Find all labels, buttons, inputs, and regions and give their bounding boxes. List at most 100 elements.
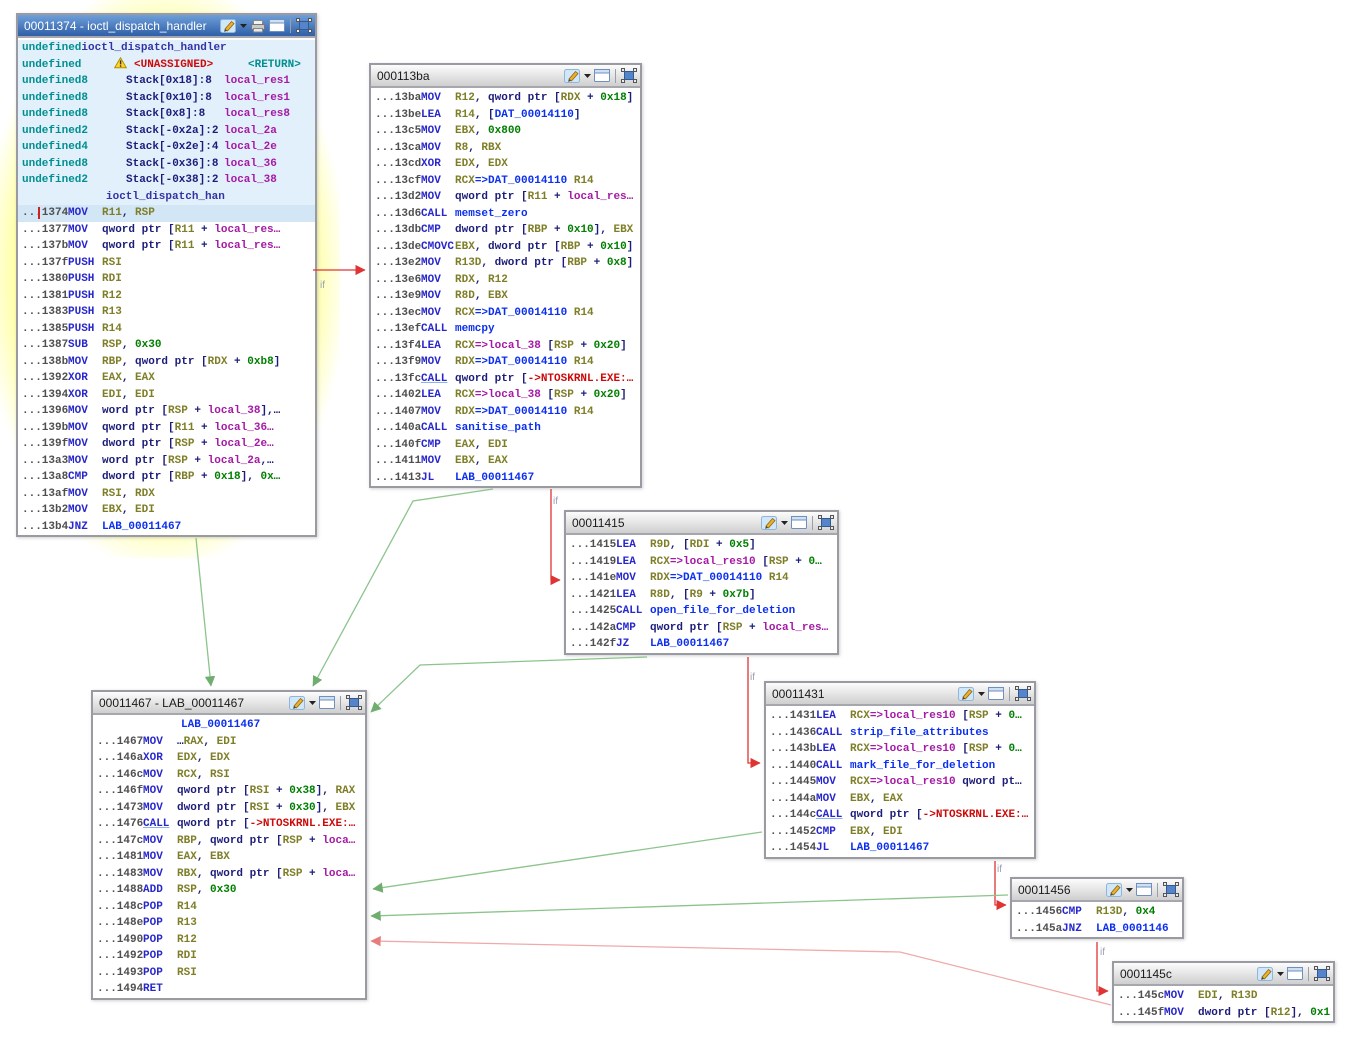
instruction-row[interactable]: ...1454JLLAB_00011467 — [766, 840, 1034, 857]
signature-row[interactable]: undefined4Stack[-0x2e]:4local_2e — [18, 139, 315, 156]
label-row[interactable]: ioctl_dispatch_han — [18, 189, 315, 206]
instruction-row[interactable]: ...1473MOVdword ptr [RSI + 0x30], EBX — [93, 800, 365, 817]
block-header[interactable]: 00011431 — [766, 683, 1034, 706]
instruction-row[interactable]: ...1481MOVEAX, EBX — [93, 849, 365, 866]
instruction-row[interactable]: ...13d6CALLmemset_zero — [371, 206, 640, 223]
instruction-row[interactable]: ...13b4JNZLAB_00011467 — [18, 519, 315, 536]
instruction-row[interactable]: ...13f9MOVRDX=>DAT_00014110 R14 — [371, 354, 640, 371]
instruction-row[interactable]: ...13d2MOVqword ptr [R11 + local_res… — [371, 189, 640, 206]
instruction-row[interactable]: ...13caMOVR8, RBX — [371, 140, 640, 157]
instruction-row[interactable]: ...138bMOVRBP, qword ptr [RDX + 0xb8] — [18, 354, 315, 371]
instruction-row[interactable]: ...1494RET — [93, 981, 365, 998]
dropdown-caret-icon[interactable] — [309, 701, 316, 705]
block-header[interactable]: 00011456 — [1012, 879, 1182, 902]
instruction-row[interactable]: ...13fcCALLqword ptr [->NTOSKRNL.EXE:… — [371, 371, 640, 388]
instruction-row[interactable]: ...145aJNZLAB_0001146 — [1012, 921, 1182, 938]
printer-icon[interactable] — [250, 19, 266, 33]
instruction-row[interactable]: ...1421LEAR8D, [R9 + 0x7b] — [566, 587, 837, 604]
instruction-row[interactable]: ...1413JLLAB_00011467 — [371, 470, 640, 487]
edit-label-icon[interactable] — [564, 68, 581, 83]
edit-label-icon[interactable] — [220, 18, 237, 33]
edit-label-icon[interactable] — [958, 686, 975, 701]
dropdown-caret-icon[interactable] — [1126, 888, 1133, 892]
edit-label-icon[interactable] — [761, 515, 778, 530]
signature-row[interactable]: undefined8Stack[0x8]:8local_res8 — [18, 106, 315, 123]
instruction-row[interactable]: ...146cMOVRCX, RSI — [93, 767, 365, 784]
instruction-row[interactable]: ...1488ADDRSP, 0x30 — [93, 882, 365, 899]
block-header[interactable]: 00011374 - ioctl_dispatch_handler — [18, 15, 315, 38]
group-vertices-icon[interactable] — [621, 68, 637, 83]
instruction-row[interactable]: ...148ePOPR13 — [93, 915, 365, 932]
group-vertices-icon[interactable] — [1163, 882, 1179, 897]
instruction-row[interactable]: ...1380PUSHRDI — [18, 271, 315, 288]
maximize-block-icon[interactable] — [269, 19, 285, 32]
group-vertices-icon[interactable] — [296, 18, 312, 33]
instruction-row[interactable]: ...145cMOVEDI, R13D — [1114, 988, 1333, 1005]
instruction-row[interactable]: ...13e9MOVR8D, EBX — [371, 288, 640, 305]
instruction-row[interactable]: ...13b2MOVEBX, EDI — [18, 502, 315, 519]
maximize-block-icon[interactable] — [319, 696, 335, 709]
edit-label-icon[interactable] — [289, 695, 306, 710]
instruction-row[interactable]: ...1383PUSHR13 — [18, 304, 315, 321]
instruction-row[interactable]: ...1415LEAR9D, [RDI + 0x5] — [566, 537, 837, 554]
instruction-row[interactable]: ...1452CMPEBX, EDI — [766, 824, 1034, 841]
group-vertices-icon[interactable] — [1015, 686, 1031, 701]
instruction-row[interactable]: ...13beLEAR14, [DAT_00014110] — [371, 107, 640, 124]
instruction-row[interactable]: ...1411MOVEBX, EAX — [371, 453, 640, 470]
instruction-row[interactable]: ...140aCALLsanitise_path — [371, 420, 640, 437]
maximize-block-icon[interactable] — [988, 687, 1004, 700]
instruction-row[interactable]: ...13c5MOVEBX, 0x800 — [371, 123, 640, 140]
instruction-row[interactable]: ...146aXOREDX, EDX — [93, 750, 365, 767]
instruction-row[interactable]: ...1374MOVR11, RSP — [18, 205, 315, 222]
block-header[interactable]: 00011415 — [566, 512, 837, 535]
group-vertices-icon[interactable] — [818, 515, 834, 530]
signature-row[interactable]: undefined2Stack[-0x2a]:2local_2a — [18, 123, 315, 140]
edit-label-icon[interactable] — [1106, 882, 1123, 897]
instruction-row[interactable]: ...1425CALLopen_file_for_deletion — [566, 603, 837, 620]
instruction-row[interactable]: ...1385PUSHR14 — [18, 321, 315, 338]
signature-row[interactable]: undefined8Stack[-0x36]:8local_36 — [18, 156, 315, 173]
instruction-row[interactable]: ...1381PUSHR12 — [18, 288, 315, 305]
instruction-row[interactable]: ...147cMOVRBP, qword ptr [RSP + loca… — [93, 833, 365, 850]
instruction-row[interactable]: ...140fCMPEAX, EDI — [371, 437, 640, 454]
instruction-row[interactable]: ...1492POPRDI — [93, 948, 365, 965]
group-vertices-icon[interactable] — [346, 695, 362, 710]
instruction-row[interactable]: ...13e2MOVR13D, dword ptr [RBP + 0x8] — [371, 255, 640, 272]
instruction-row[interactable]: ...144cCALLqword ptr [->NTOSKRNL.EXE:… — [766, 807, 1034, 824]
instruction-row[interactable]: ...142fJZLAB_00011467 — [566, 636, 837, 653]
instruction-row[interactable]: ...1402LEARCX=>local_38 [RSP + 0x20] — [371, 387, 640, 404]
instruction-row[interactable]: ...13e6MOVRDX, R12 — [371, 272, 640, 289]
edit-label-icon[interactable] — [1257, 966, 1274, 981]
instruction-row[interactable]: ...13cdXOREDX, EDX — [371, 156, 640, 173]
signature-row[interactable]: undefined8Stack[0x10]:8local_res1 — [18, 90, 315, 107]
instruction-row[interactable]: ...1493POPRSI — [93, 965, 365, 982]
dropdown-caret-icon[interactable] — [781, 521, 788, 525]
instruction-row[interactable]: ...13efCALLmemcpy — [371, 321, 640, 338]
instruction-row[interactable]: ...142aCMPqword ptr [RSP + local_res… — [566, 620, 837, 637]
instruction-row[interactable]: ...13ecMOVRCX=>DAT_00014110 R14 — [371, 305, 640, 322]
instruction-row[interactable]: ...1431LEARCX=>local_res10 [RSP + 0… — [766, 708, 1034, 725]
instruction-row[interactable]: ...1456CMPR13D, 0x4 — [1012, 904, 1182, 921]
instruction-row[interactable]: ...1436CALLstrip_file_attributes — [766, 725, 1034, 742]
instruction-row[interactable]: ...143bLEARCX=>local_res10 [RSP + 0… — [766, 741, 1034, 758]
instruction-row[interactable]: ...1476CALLqword ptr [->NTOSKRNL.EXE:… — [93, 816, 365, 833]
instruction-row[interactable]: ...1387SUBRSP, 0x30 — [18, 337, 315, 354]
dropdown-caret-icon[interactable] — [978, 692, 985, 696]
instruction-row[interactable]: ...13baMOVR12, qword ptr [RDX + 0x18] — [371, 90, 640, 107]
instruction-row[interactable]: ...13a3MOVword ptr [RSP + local_2a,… — [18, 453, 315, 470]
instruction-row[interactable]: ...1392XOREAX, EAX — [18, 370, 315, 387]
signature-row[interactable]: undefinedioctl_dispatch_handler — [18, 40, 315, 57]
maximize-block-icon[interactable] — [594, 69, 610, 82]
instruction-row[interactable]: ...1490POPR12 — [93, 932, 365, 949]
block-header[interactable]: 00011467 - LAB_00011467 — [93, 692, 365, 715]
block-header[interactable]: 0001145c — [1114, 963, 1333, 986]
instruction-row[interactable]: ...1440CALLmark_file_for_deletion — [766, 758, 1034, 775]
group-vertices-icon[interactable] — [1314, 966, 1330, 981]
instruction-row[interactable]: ...146fMOVqword ptr [RSI + 0x38], RAX — [93, 783, 365, 800]
dropdown-caret-icon[interactable] — [240, 24, 247, 28]
instruction-row[interactable]: ...13f4LEARCX=>local_38 [RSP + 0x20] — [371, 338, 640, 355]
dropdown-caret-icon[interactable] — [584, 74, 591, 78]
instruction-row[interactable]: ...1394XOREDI, EDI — [18, 387, 315, 404]
instruction-row[interactable]: ...1483MOVRBX, qword ptr [RSP + loca… — [93, 866, 365, 883]
instruction-row[interactable]: ...1445MOVRCX=>local_res10 qword pt… — [766, 774, 1034, 791]
